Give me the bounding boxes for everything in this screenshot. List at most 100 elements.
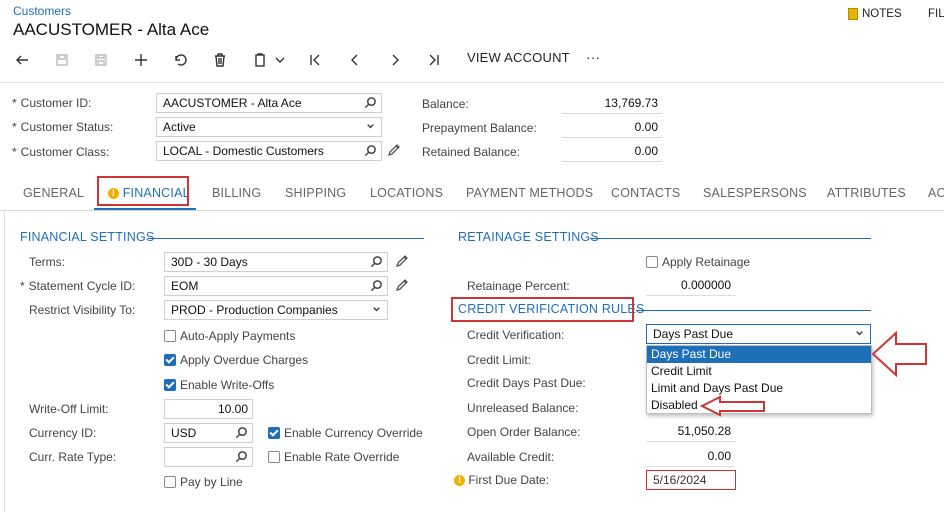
tab-more[interactable]: AC (928, 186, 944, 200)
credit-verification-line (636, 310, 871, 311)
active-tab-underline (94, 208, 196, 210)
next-record-icon[interactable] (385, 50, 405, 70)
checkbox-checked-icon (268, 427, 280, 439)
apply-retainage-checkbox[interactable]: Apply Retainage (646, 255, 750, 269)
tab-attributes[interactable]: ATTRIBUTES (827, 186, 906, 200)
curr-rate-type-label: Curr. Rate Type: (29, 450, 117, 464)
apply-overdue-charges-checkbox[interactable]: Apply Overdue Charges (164, 353, 308, 367)
customer-id-label: * Customer ID: (12, 96, 92, 110)
copy-paste-icon[interactable] (250, 50, 270, 70)
retainage-settings-line (590, 238, 871, 239)
files-button[interactable]: FIL (928, 8, 944, 20)
previous-record-icon[interactable] (345, 50, 365, 70)
tab-shipping[interactable]: SHIPPING (285, 186, 346, 200)
credit-verification-highlight (451, 297, 634, 322)
statement-cycle-field[interactable]: EOM (164, 276, 388, 296)
annotation-arrow-icon (871, 330, 927, 378)
checkbox-checked-icon (164, 379, 176, 391)
financial-tab-highlight (97, 176, 189, 206)
notes-icon (848, 8, 858, 20)
credit-days-past-due-label: Credit Days Past Due: (467, 376, 586, 390)
notes-button[interactable]: NOTES (848, 8, 902, 20)
undo-icon[interactable] (170, 50, 190, 70)
edit-pencil-icon[interactable] (387, 143, 401, 157)
option-credit-limit[interactable]: Credit Limit (647, 363, 871, 380)
terms-label: Terms: (29, 255, 65, 269)
currency-id-label: Currency ID: (29, 426, 97, 440)
unreleased-balance-label: Unreleased Balance: (467, 401, 579, 415)
enable-rate-override-checkbox[interactable]: Enable Rate Override (268, 450, 399, 464)
delete-icon[interactable] (210, 50, 230, 70)
checkbox-icon (164, 476, 176, 488)
terms-field[interactable]: 30D - 30 Days (164, 252, 388, 272)
credit-verification-label: Credit Verification: (467, 328, 565, 342)
pay-by-line-checkbox[interactable]: Pay by Line (164, 475, 243, 489)
tab-contacts[interactable]: CONTACTS (611, 186, 680, 200)
checkbox-checked-icon (164, 354, 176, 366)
customer-id-field[interactable]: AACUSTOMER - Alta Ace (156, 93, 382, 113)
customer-status-select[interactable]: Active (156, 117, 382, 137)
customer-class-label: * Customer Class: (12, 145, 110, 159)
edit-pencil-icon[interactable] (395, 278, 409, 292)
customer-class-field[interactable]: LOCAL - Domestic Customers (156, 141, 382, 161)
curr-rate-type-field[interactable] (164, 447, 253, 467)
prepayment-balance-value: 0.00 (562, 118, 662, 138)
back-icon[interactable] (12, 50, 32, 70)
statement-cycle-label: * Statement Cycle ID: (20, 279, 136, 293)
option-days-past-due[interactable]: Days Past Due (647, 346, 871, 363)
chevron-down-icon (370, 303, 383, 319)
checkbox-icon (164, 330, 176, 342)
enable-currency-override-checkbox[interactable]: Enable Currency Override (268, 426, 423, 440)
tabs-divider (0, 210, 944, 211)
warning-icon: ! (454, 475, 465, 487)
balance-label: Balance: (422, 97, 469, 111)
financial-settings-title: FINANCIAL SETTINGS (20, 230, 155, 244)
search-icon[interactable] (235, 450, 248, 466)
header-divider (0, 82, 944, 83)
chevron-down-icon[interactable] (272, 50, 288, 70)
breadcrumb-customers[interactable]: Customers (13, 4, 71, 18)
annotation-arrow-icon (700, 395, 765, 417)
chevron-down-icon (853, 327, 866, 343)
available-credit-value: 0.00 (646, 447, 735, 467)
view-account-button[interactable]: VIEW ACCOUNT (467, 50, 570, 65)
open-order-balance-label: Open Order Balance: (467, 425, 581, 439)
search-icon[interactable] (364, 144, 377, 160)
restrict-visibility-label: Restrict Visibility To: (29, 303, 136, 317)
restrict-visibility-select[interactable]: PROD - Production Companies (164, 300, 388, 320)
search-icon[interactable] (370, 279, 383, 295)
tab-general[interactable]: GENERAL (23, 186, 84, 200)
prepayment-balance-label: Prepayment Balance: (422, 121, 537, 135)
credit-verification-select[interactable]: Days Past Due (646, 324, 871, 344)
write-off-limit-input[interactable]: 10.00 (164, 399, 253, 419)
add-icon[interactable] (131, 50, 151, 70)
currency-id-field[interactable]: USD (164, 423, 253, 443)
tab-payment-methods[interactable]: PAYMENT METHODS (466, 186, 593, 200)
last-record-icon[interactable] (424, 50, 444, 70)
open-order-balance-value: 51,050.28 (646, 422, 735, 442)
first-due-date-label: ! First Due Date: (454, 473, 549, 487)
tab-billing[interactable]: BILLING (212, 186, 261, 200)
credit-limit-label: Credit Limit: (467, 353, 532, 367)
search-icon[interactable] (370, 255, 383, 271)
available-credit-label: Available Credit: (467, 450, 555, 464)
save-icon[interactable] (91, 50, 111, 70)
financial-settings-line (148, 238, 424, 239)
retainage-settings-title: RETAINAGE SETTINGS (458, 230, 599, 244)
first-record-icon[interactable] (305, 50, 325, 70)
edit-pencil-icon[interactable] (395, 254, 409, 268)
search-icon[interactable] (235, 426, 248, 442)
tab-salespersons[interactable]: SALESPERSONS (703, 186, 807, 200)
page-title: AACUSTOMER - Alta Ace (13, 20, 210, 39)
retainage-percent-value[interactable]: 0.000000 (646, 276, 735, 296)
auto-apply-payments-checkbox[interactable]: Auto-Apply Payments (164, 329, 295, 343)
first-due-date-field[interactable]: 5/16/2024 (646, 470, 736, 490)
checkbox-icon (268, 451, 280, 463)
notes-label: NOTES (862, 8, 902, 20)
save-close-icon[interactable] (52, 50, 72, 70)
tab-locations[interactable]: LOCATIONS (370, 186, 443, 200)
more-actions-button[interactable]: ··· (586, 49, 600, 65)
search-icon[interactable] (364, 96, 377, 112)
enable-write-offs-checkbox[interactable]: Enable Write-Offs (164, 378, 274, 392)
retained-balance-value: 0.00 (562, 142, 662, 162)
